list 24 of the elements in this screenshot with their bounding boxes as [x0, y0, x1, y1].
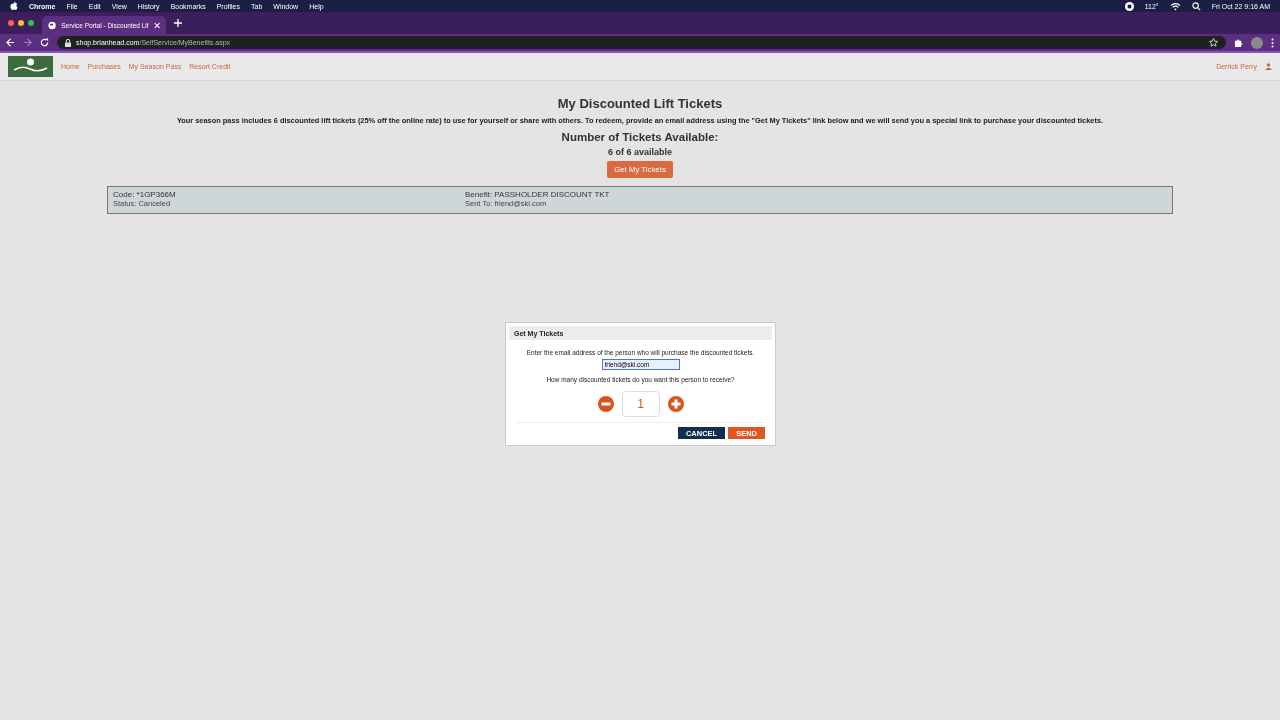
benefit-name: Benefit: PASSHOLDER DISCOUNT TKT [465, 190, 610, 199]
star-icon[interactable] [1209, 38, 1218, 47]
lock-icon [65, 38, 71, 47]
record-icon[interactable] [1124, 1, 1134, 11]
back-icon[interactable] [6, 38, 15, 47]
minus-icon[interactable] [597, 396, 614, 412]
benefit-code: Code: *1GP366M [113, 190, 177, 199]
user-icon[interactable] [1265, 63, 1272, 70]
page-title: My Discounted Lift Tickets [557, 96, 723, 111]
close-icon[interactable] [153, 21, 160, 29]
window-controls-icon[interactable] [8, 20, 34, 26]
forward-icon[interactable] [23, 38, 32, 47]
puzzle-icon[interactable] [1234, 38, 1243, 47]
logo[interactable] [8, 56, 53, 77]
search-icon[interactable] [1191, 1, 1201, 11]
available-count: 6 of 6 available [607, 147, 672, 157]
plus-icon[interactable] [174, 19, 182, 27]
more-icon[interactable] [1271, 37, 1274, 48]
wifi-icon[interactable] [1169, 1, 1181, 11]
section-heading: Number of Tickets Available: [561, 131, 719, 143]
reload-icon[interactable] [40, 38, 49, 47]
apple-icon[interactable] [10, 1, 18, 11]
avatar-icon[interactable] [1251, 36, 1263, 49]
quantity-field[interactable]: 1 [621, 391, 660, 417]
